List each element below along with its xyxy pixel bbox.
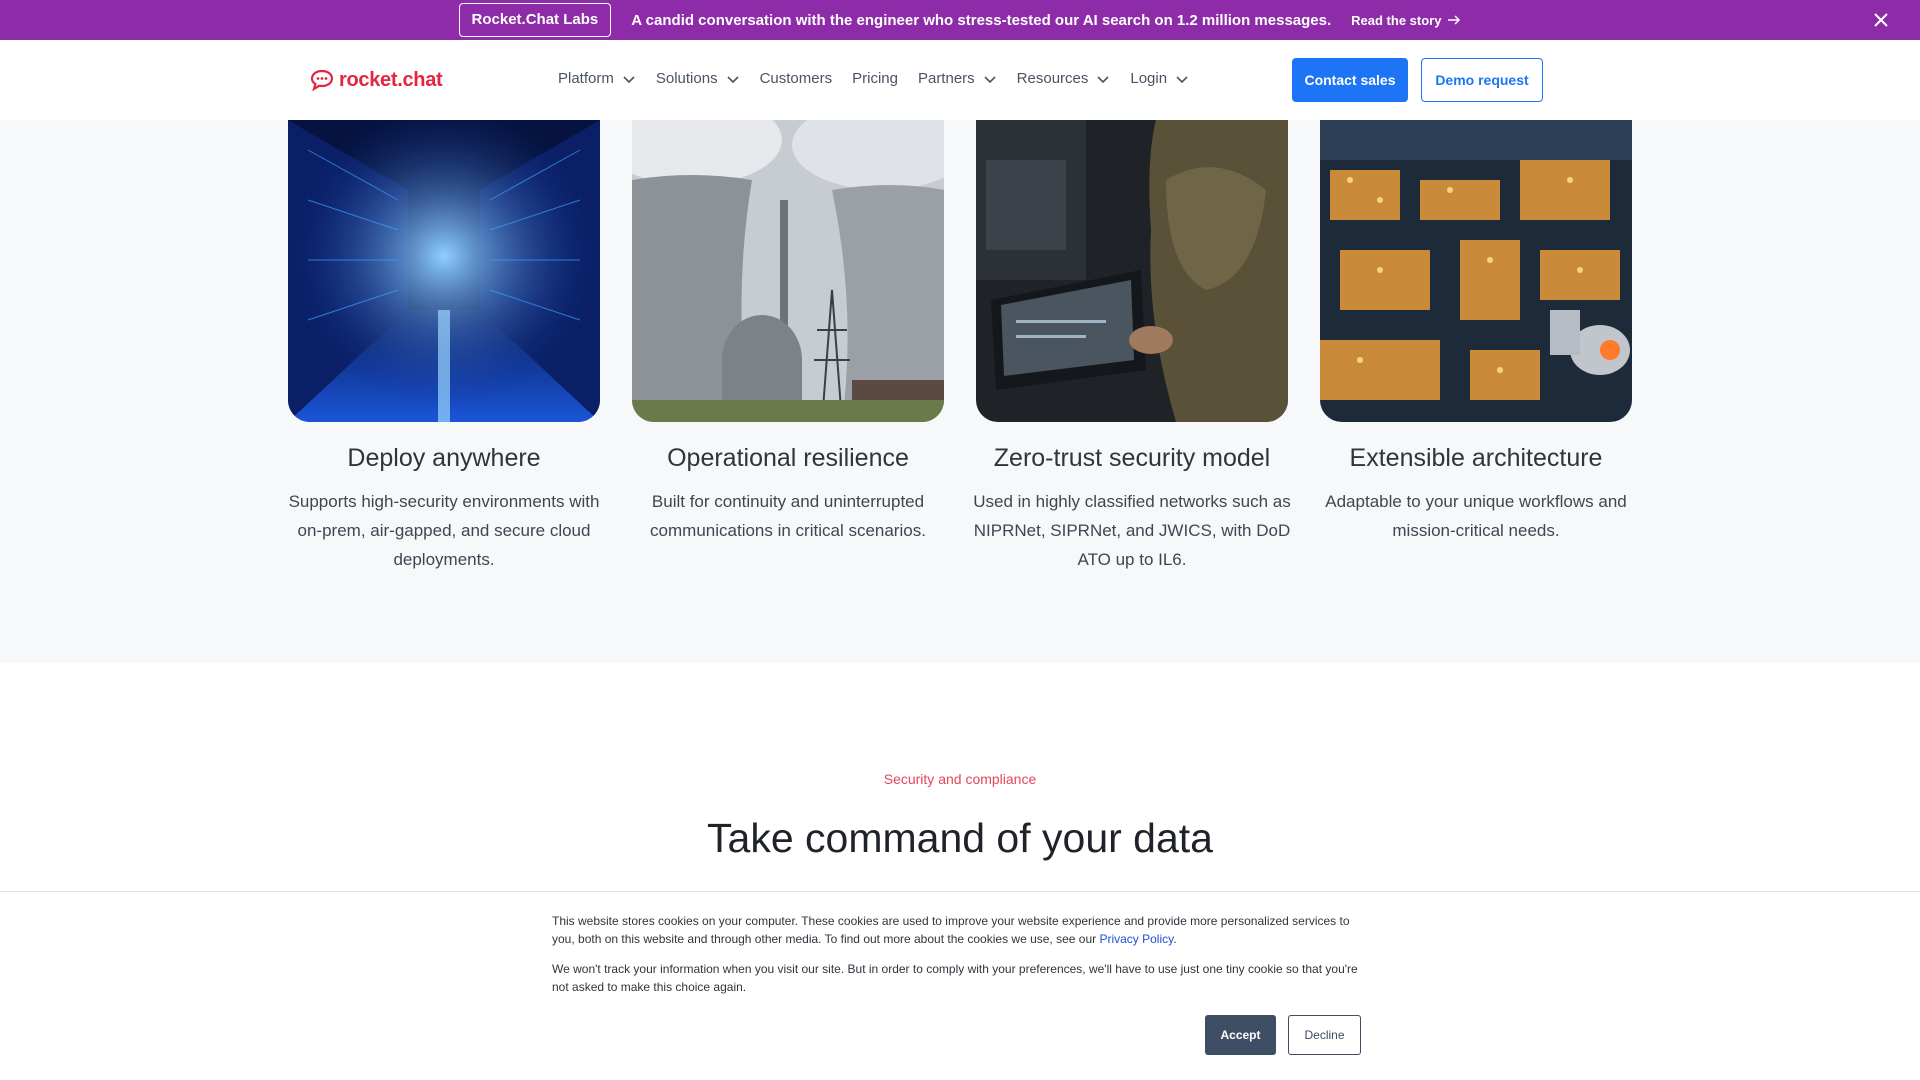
chevron-down-icon [1097,75,1109,83]
logo-text: rocket.chat [339,68,443,91]
nav-menu: Platform Solutions Customers Pricing Partner… [558,70,1189,87]
cookie-text-1: This website stores cookies on your comp… [552,912,1372,948]
feature-card: Extensible architecture Adaptable to you… [1316,120,1636,545]
nav-item-customers[interactable]: Customers [760,70,833,87]
nav-item-login[interactable]: Login [1130,70,1189,87]
soldier-laptop-image [976,120,1288,422]
nav-item-solutions[interactable]: Solutions [656,70,740,87]
close-icon[interactable] [1870,9,1892,31]
cookie-banner: This website stores cookies on your comp… [0,891,1920,1080]
feature-title: Extensible architecture [1349,444,1603,472]
privacy-policy-link[interactable]: Privacy Policy [1099,932,1173,946]
feature-text: Adaptable to your unique workflows and m… [1325,492,1627,540]
nav-item-platform[interactable]: Platform [558,70,636,87]
cooling-towers-image [632,120,944,422]
chevron-down-icon [727,75,739,83]
announcement-bar: Rocket.Chat Labs A candid conversation w… [0,0,1920,40]
chevron-down-icon [1176,75,1188,83]
labs-badge-button[interactable]: Rocket.Chat Labs [458,3,612,37]
decline-button[interactable]: Decline [1288,1015,1361,1055]
feature-title: Deploy anywhere [347,444,541,472]
chevron-down-icon [623,75,635,83]
nav-item-pricing[interactable]: Pricing [852,70,898,87]
feature-title: Zero-trust security model [993,444,1271,472]
nav-item-label: Platform [558,70,614,87]
arrow-right-icon [1448,15,1461,25]
cookie-text-2: We won't track your information when you… [552,962,1358,994]
cookie-text-1-end: . [1173,932,1177,946]
announcement-text: A candid conversation with the engineer … [631,11,1332,29]
feature-card: Deploy anywhere Supports high-security e… [284,120,604,574]
nav-item-label: Solutions [655,70,718,87]
data-center-image [288,120,600,422]
feature-text: Supports high-security environments with… [288,492,600,569]
industrial-plant-image [1320,120,1632,422]
nav-item-partners[interactable]: Partners [918,70,997,87]
feature-text: Built for continuity and uninterrupted c… [650,492,926,540]
main-nav: rocket.chat Platform Solutions Customers Pr… [0,40,1920,120]
features-section: Deploy anywhere Supports high-security e… [0,120,1920,663]
nav-item-label: Login [1130,70,1168,87]
contact-sales-button[interactable]: Contact sales [1292,58,1408,102]
feature-card: Operational resilience Built for continu… [628,120,948,545]
logo[interactable]: rocket.chat [309,68,443,92]
section-eyebrow: Security and compliance [883,771,1037,787]
nav-item-label: Customers [759,70,833,87]
demo-request-button[interactable]: Demo request [1421,58,1543,102]
nav-item-label: Partners [917,70,975,87]
nav-item-resources[interactable]: Resources [1017,70,1111,87]
chevron-down-icon [984,75,996,83]
rocket-chat-logo-icon [310,69,334,92]
feature-card: Zero-trust security model Used in highly… [972,120,1292,574]
feature-title: Operational resilience [667,444,909,472]
section-title: Take command of your data [707,815,1213,861]
nav-item-label: Pricing [852,70,898,87]
read-story-label: Read the story [1351,12,1442,28]
read-story-link[interactable]: Read the story [1351,13,1461,28]
nav-item-label: Resources [1016,70,1089,87]
cookie-text-1-body: This website stores cookies on your comp… [552,914,1350,946]
accept-button[interactable]: Accept [1205,1015,1276,1055]
feature-text: Used in highly classified networks such … [973,492,1291,569]
